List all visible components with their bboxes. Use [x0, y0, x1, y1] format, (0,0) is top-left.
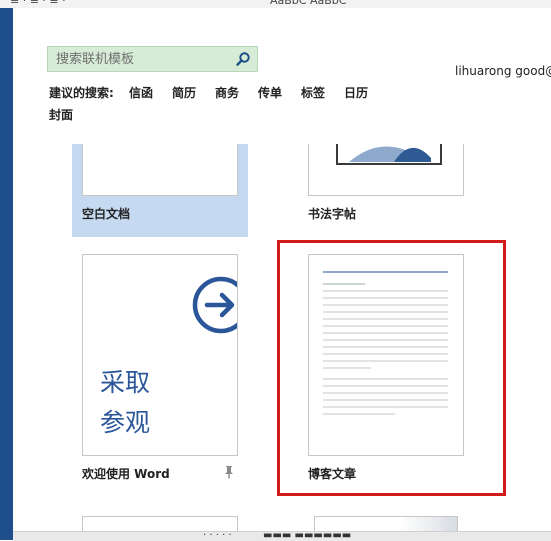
- suggested-search-link[interactable]: 传单: [258, 84, 282, 101]
- suggested-search-link[interactable]: 信函: [129, 84, 153, 101]
- template-tile-welcome[interactable]: 采取 参观 欢迎使用 Word: [72, 245, 248, 489]
- welcome-thumbnail-text: 采取 参观: [100, 368, 151, 437]
- suggested-search-link[interactable]: 日历: [344, 84, 368, 101]
- template-thumbnail: [308, 144, 464, 196]
- template-thumbnail: [308, 254, 464, 456]
- suggested-search-link[interactable]: 简历: [172, 84, 196, 101]
- template-label: 欢迎使用 Word: [82, 467, 170, 481]
- calligraphy-preview-graphic: [336, 144, 442, 165]
- blog-preview-lines: [323, 271, 448, 415]
- template-label: 空白文档: [82, 207, 131, 221]
- search-input[interactable]: [48, 47, 236, 71]
- suggested-searches-label: 建议的搜索:: [49, 86, 114, 100]
- account-name[interactable]: lihuarong good@: [455, 64, 551, 78]
- template-label: 书法字帖: [308, 207, 357, 221]
- template-tile-blank[interactable]: 空白文档: [72, 144, 248, 237]
- template-label: 博客文章: [308, 467, 357, 481]
- left-accent-bar: [0, 8, 13, 540]
- pin-icon[interactable]: [223, 465, 235, 479]
- suggested-search-link[interactable]: 商务: [215, 84, 239, 101]
- template-thumbnail: 采取 参观: [82, 254, 238, 456]
- suggested-search-link[interactable]: 封面: [49, 106, 73, 123]
- template-tile-blog[interactable]: 博客文章: [298, 245, 474, 489]
- template-search-box[interactable]: [47, 46, 258, 72]
- arrow-right-circle-icon: [192, 276, 237, 334]
- template-tile-calligraphy[interactable]: 书法字帖: [298, 144, 474, 237]
- suggested-search-link[interactable]: 标签: [301, 84, 325, 101]
- template-thumbnail: [82, 144, 238, 196]
- search-icon[interactable]: [235, 51, 251, 67]
